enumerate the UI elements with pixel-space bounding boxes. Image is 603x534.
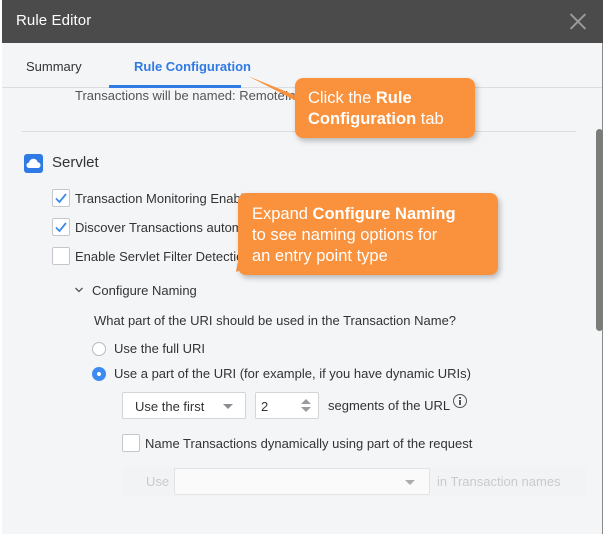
- dynamic-naming-row: Use in Transaction names: [122, 467, 587, 496]
- segment-count-input[interactable]: 2: [255, 392, 319, 419]
- segment-mode-value: Use the first: [135, 399, 205, 414]
- callout-text: Click the: [308, 89, 376, 107]
- chevron-down-icon[interactable]: [74, 285, 84, 295]
- callout-expand-configure-naming: Expand Configure Naming to see naming op…: [238, 193, 498, 275]
- callout-bold-configuration: Configuration: [308, 110, 417, 128]
- dynamic-naming-label: Name Transactions dynamically using part…: [145, 436, 473, 451]
- full-uri-radio[interactable]: [92, 342, 106, 356]
- uri-question: What part of the URI should be used in t…: [94, 313, 457, 328]
- request-part-select[interactable]: [174, 468, 430, 495]
- info-icon[interactable]: [453, 394, 467, 408]
- section-title: Servlet: [52, 154, 99, 171]
- callout-bold-rule: Rule: [375, 89, 412, 107]
- transaction-monitoring-label: Transaction Monitoring Enabled: [75, 191, 259, 206]
- discover-transactions-checkbox[interactable]: [52, 218, 70, 236]
- transaction-monitoring-checkbox[interactable]: [52, 189, 70, 207]
- callout-text-post: tab: [416, 110, 444, 128]
- dynamic-suffix-label: in Transaction names: [437, 474, 561, 489]
- servlet-filter-checkbox[interactable]: [52, 247, 70, 265]
- dialog-title: Rule Editor: [16, 12, 92, 29]
- callout-text: Expand: [252, 205, 313, 223]
- configure-naming-toggle[interactable]: Configure Naming: [92, 283, 197, 298]
- check-icon: [55, 193, 67, 204]
- tab-rule-configuration[interactable]: Rule Configuration: [134, 59, 251, 74]
- scrollbar-thumb[interactable]: [596, 129, 603, 331]
- callout-line-3: an entry point type: [252, 247, 388, 265]
- stepper-down-icon[interactable]: [301, 407, 311, 412]
- tab-summary[interactable]: Summary: [26, 59, 82, 74]
- partial-uri-radio[interactable]: [92, 367, 106, 381]
- segments-suffix: segments of the URL: [328, 398, 451, 413]
- dynamic-use-label: Use: [146, 474, 170, 489]
- dropdown-caret-icon: [223, 404, 233, 409]
- cloud-icon: [24, 154, 43, 173]
- dropdown-caret-icon: [405, 480, 415, 485]
- stepper-icon[interactable]: [301, 399, 311, 413]
- callout-bold-text: Configure Naming: [312, 205, 456, 223]
- segment-mode-select[interactable]: Use the first: [122, 392, 246, 419]
- partial-uri-label: Use a part of the URI (for example, if y…: [114, 366, 471, 381]
- transaction-name-preview: Transactions will be named: RemoteInt: [75, 88, 300, 103]
- callout-line-2: to see naming options for: [252, 226, 438, 244]
- dynamic-naming-checkbox[interactable]: [122, 434, 140, 452]
- title-bar: Rule Editor: [2, 0, 603, 43]
- close-icon[interactable]: [569, 12, 587, 30]
- segment-count-value: 2: [261, 399, 269, 414]
- full-uri-label: Use the full URI: [114, 341, 206, 356]
- stepper-up-icon[interactable]: [301, 399, 311, 404]
- check-icon: [55, 222, 67, 233]
- callout-click-rule-configuration: Click the Rule ConfigurationRule Configu…: [295, 78, 475, 138]
- servlet-filter-label: Enable Servlet Filter Detection: [75, 249, 251, 264]
